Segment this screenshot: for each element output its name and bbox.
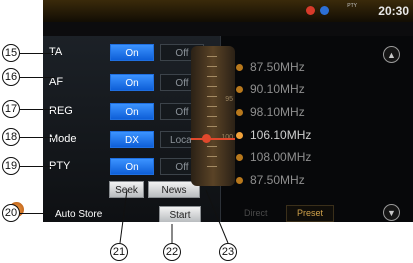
callout-23: 23 bbox=[219, 243, 237, 261]
callout-leaders bbox=[119, 189, 229, 244]
callout-21: 21 bbox=[110, 243, 128, 261]
callout-22: 22 bbox=[163, 243, 181, 261]
